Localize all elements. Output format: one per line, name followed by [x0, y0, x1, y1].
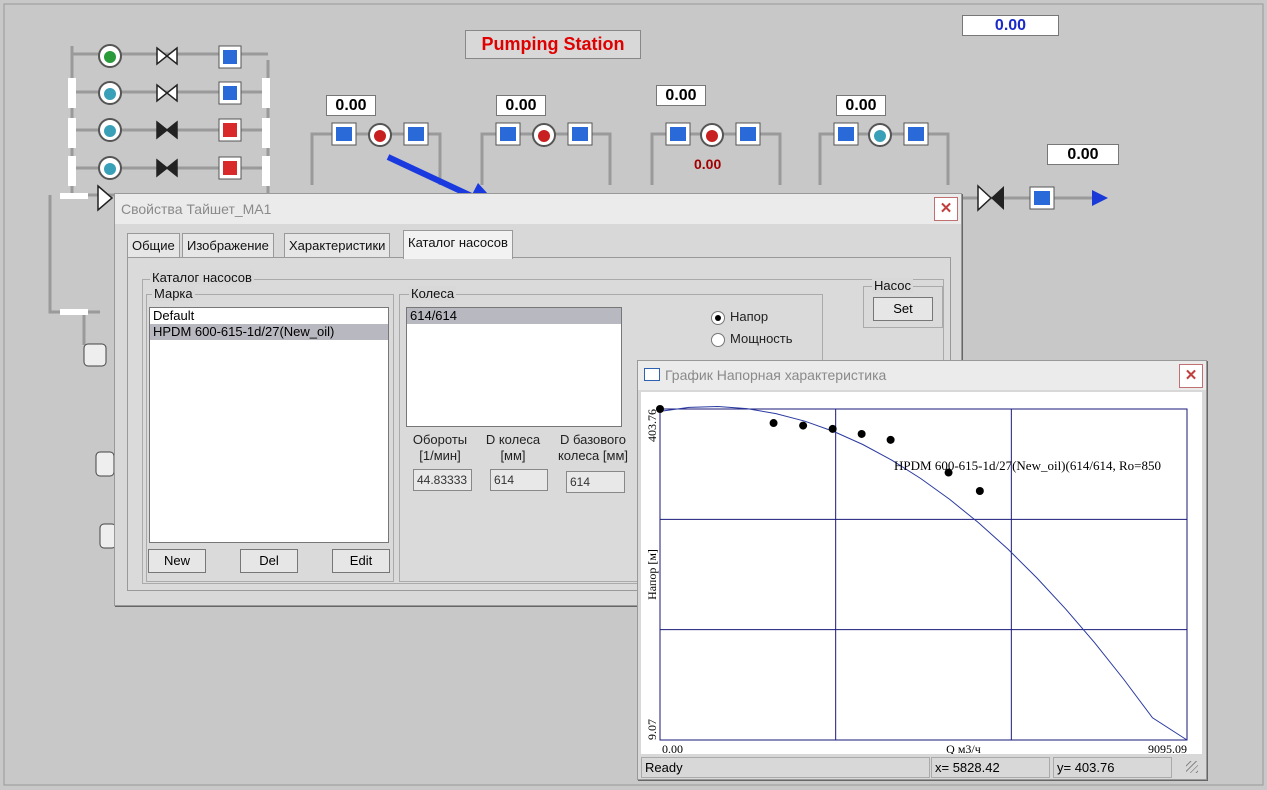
rpm-field[interactable]: 44.83333: [413, 469, 472, 491]
graph-titlebar[interactable]: График Напорная характеристика: [638, 361, 1206, 390]
station-3[interactable]: [665, 122, 761, 147]
window-icon: [644, 368, 660, 381]
dbase-label-line1: D базового: [560, 432, 626, 447]
rpm-label-line1: Обороты: [412, 432, 468, 447]
dialog-title: Свойства Тайшет_МА1: [121, 201, 272, 217]
station-2-value: 0.00: [496, 95, 546, 116]
head-chart[interactable]: HPDM 600-615-1d/27(New_oil)(614/614, Ro=…: [641, 392, 1202, 756]
new-button[interactable]: New: [148, 549, 206, 573]
y-min-tick-label: 9.07: [645, 719, 659, 740]
set-button[interactable]: Set: [873, 297, 933, 321]
data-point: [975, 486, 984, 495]
edit-button[interactable]: Edit: [332, 549, 390, 573]
wheels-list[interactable]: 614/614: [406, 307, 622, 427]
dialog-close-button[interactable]: ✕: [934, 197, 958, 221]
brand-group-label: Марка: [152, 286, 195, 301]
brand-item-hpdm[interactable]: HPDM 600-615-1d/27(New_oil): [150, 324, 388, 340]
status-bar: Ready x= 5828.42 y= 403.76: [641, 757, 1202, 778]
dwheel-label-line1: D колеса: [485, 432, 541, 447]
y-max-tick-label: 403.76: [645, 409, 659, 442]
head-curve-line: [659, 405, 1188, 741]
status-x: x= 5828.42: [931, 757, 1050, 778]
rpm-label-line2: [1/мин]: [419, 448, 461, 463]
y-axis-label: Напор [м]: [645, 549, 659, 600]
radio-head[interactable]: [711, 311, 725, 325]
wheels-group-label: Колеса: [409, 286, 457, 301]
brand-item-default[interactable]: Default: [150, 308, 388, 324]
station-title: Pumping Station: [465, 30, 641, 59]
station-1[interactable]: [331, 122, 429, 147]
station-4-value: 0.00: [836, 95, 886, 116]
wheel-item-614[interactable]: 614/614: [407, 308, 621, 324]
close-icon: ✕: [939, 200, 953, 217]
radio-power-label: Мощность: [730, 331, 793, 346]
station-2[interactable]: [495, 122, 593, 147]
close-icon: ✕: [1184, 367, 1198, 384]
station-1-value: 0.00: [326, 95, 376, 116]
data-point: [799, 421, 808, 430]
radio-head-label: Напор: [730, 309, 769, 324]
data-point: [828, 424, 837, 433]
x-axis-label: Q м3/ч: [946, 742, 981, 754]
series-label: HPDM 600-615-1d/27(New_oil)(614/614, Ro=…: [894, 458, 1161, 473]
graph-close-button[interactable]: ✕: [1179, 364, 1203, 388]
top-value-display: 0.00: [962, 15, 1059, 36]
pump-group-label: Насос: [872, 278, 913, 293]
graph-title: График Напорная характеристика: [665, 367, 887, 383]
dbase-field[interactable]: 614: [566, 471, 625, 493]
dwheel-field[interactable]: 614: [490, 469, 548, 491]
tab-image[interactable]: Изображение: [182, 233, 274, 258]
station-4[interactable]: [833, 122, 929, 147]
brand-list[interactable]: Default HPDM 600-615-1d/27(New_oil): [149, 307, 389, 543]
data-point: [886, 435, 895, 444]
dbase-label-line2: колеса [мм]: [557, 448, 629, 463]
outlet-value: 0.00: [1047, 144, 1119, 165]
tab-characteristics[interactable]: Характеристики: [284, 233, 391, 258]
station-3-red-value: 0.00: [694, 156, 722, 172]
status-ready: Ready: [641, 757, 930, 778]
station-3-value: 0.00: [656, 85, 706, 106]
data-point: [769, 419, 778, 428]
plot-area[interactable]: HPDM 600-615-1d/27(New_oil)(614/614, Ro=…: [641, 392, 1202, 756]
radio-power[interactable]: [711, 333, 725, 347]
status-y: y= 403.76: [1053, 757, 1172, 778]
del-button[interactable]: Del: [240, 549, 298, 573]
data-point: [857, 429, 866, 438]
resize-grip-icon[interactable]: [1186, 761, 1198, 773]
pump-catalog-group-label: Каталог насосов: [150, 270, 254, 285]
x-min-tick-label: 0.00: [662, 742, 683, 754]
graph-window: График Напорная характеристика ✕ HPDM 60…: [637, 360, 1207, 780]
dwheel-label-line2: [мм]: [500, 448, 526, 463]
x-max-tick-label: 9095.09: [1148, 742, 1187, 754]
dialog-titlebar[interactable]: Свойства Тайшет_МА1: [115, 194, 961, 224]
tab-general[interactable]: Общие: [127, 233, 180, 258]
tab-pump-catalog[interactable]: Каталог насосов: [403, 230, 513, 259]
